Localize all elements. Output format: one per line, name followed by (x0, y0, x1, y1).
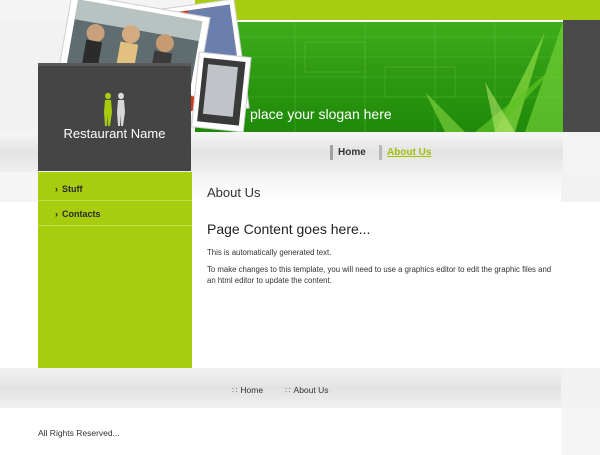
footer-links: ∷ Home ∷ About Us (232, 385, 329, 396)
two-silhouettes-icon (104, 92, 125, 126)
footer-nav-right (561, 368, 600, 408)
sidebar-item-label: Contacts (62, 209, 101, 219)
top-accent-bar (195, 0, 600, 20)
chevron-right-icon: › (55, 184, 58, 194)
nav-strip-right (563, 132, 600, 172)
page-title: About Us (207, 185, 261, 200)
nav-about-label: About Us (387, 147, 432, 158)
dotted-bullet-icon: ∷ (232, 385, 238, 395)
content-header-right (561, 172, 600, 202)
content-paragraph: This is automatically generated text. (207, 248, 332, 257)
footer-home-label: Home (240, 385, 264, 395)
nav-home-label: Home (338, 147, 366, 158)
nav-about-link[interactable]: About Us (379, 145, 431, 160)
footer-about-label: About Us (293, 385, 329, 395)
footer-bottom-right (561, 408, 600, 455)
content-header-left (0, 172, 38, 202)
slogan: place your slogan here (250, 106, 392, 122)
nav-separator (330, 145, 333, 160)
logo-box: Restaurant Name (38, 63, 191, 171)
sidebar-item-label: Stuff (62, 184, 83, 194)
footer-home-link[interactable]: ∷ Home (232, 385, 263, 396)
copyright: All Rights Reserved... (38, 428, 120, 438)
content-heading: Page Content goes here... (207, 221, 371, 237)
sidebar: › Stuff › Contacts (38, 172, 192, 368)
sidebar-item-stuff[interactable]: › Stuff (38, 176, 192, 201)
nav-separator (379, 145, 382, 160)
dotted-bullet-icon: ∷ (285, 385, 291, 395)
restaurant-name: Restaurant Name (63, 126, 166, 141)
content-paragraph: To make changes to this template, you wi… (207, 265, 552, 285)
sidebar-item-contacts[interactable]: › Contacts (38, 201, 192, 226)
banner-right-panel (563, 20, 600, 132)
chevron-right-icon: › (55, 209, 58, 219)
footer-about-link[interactable]: ∷ About Us (285, 385, 328, 396)
banner-right-top (563, 0, 600, 22)
nav-home-link[interactable]: Home (330, 145, 366, 160)
